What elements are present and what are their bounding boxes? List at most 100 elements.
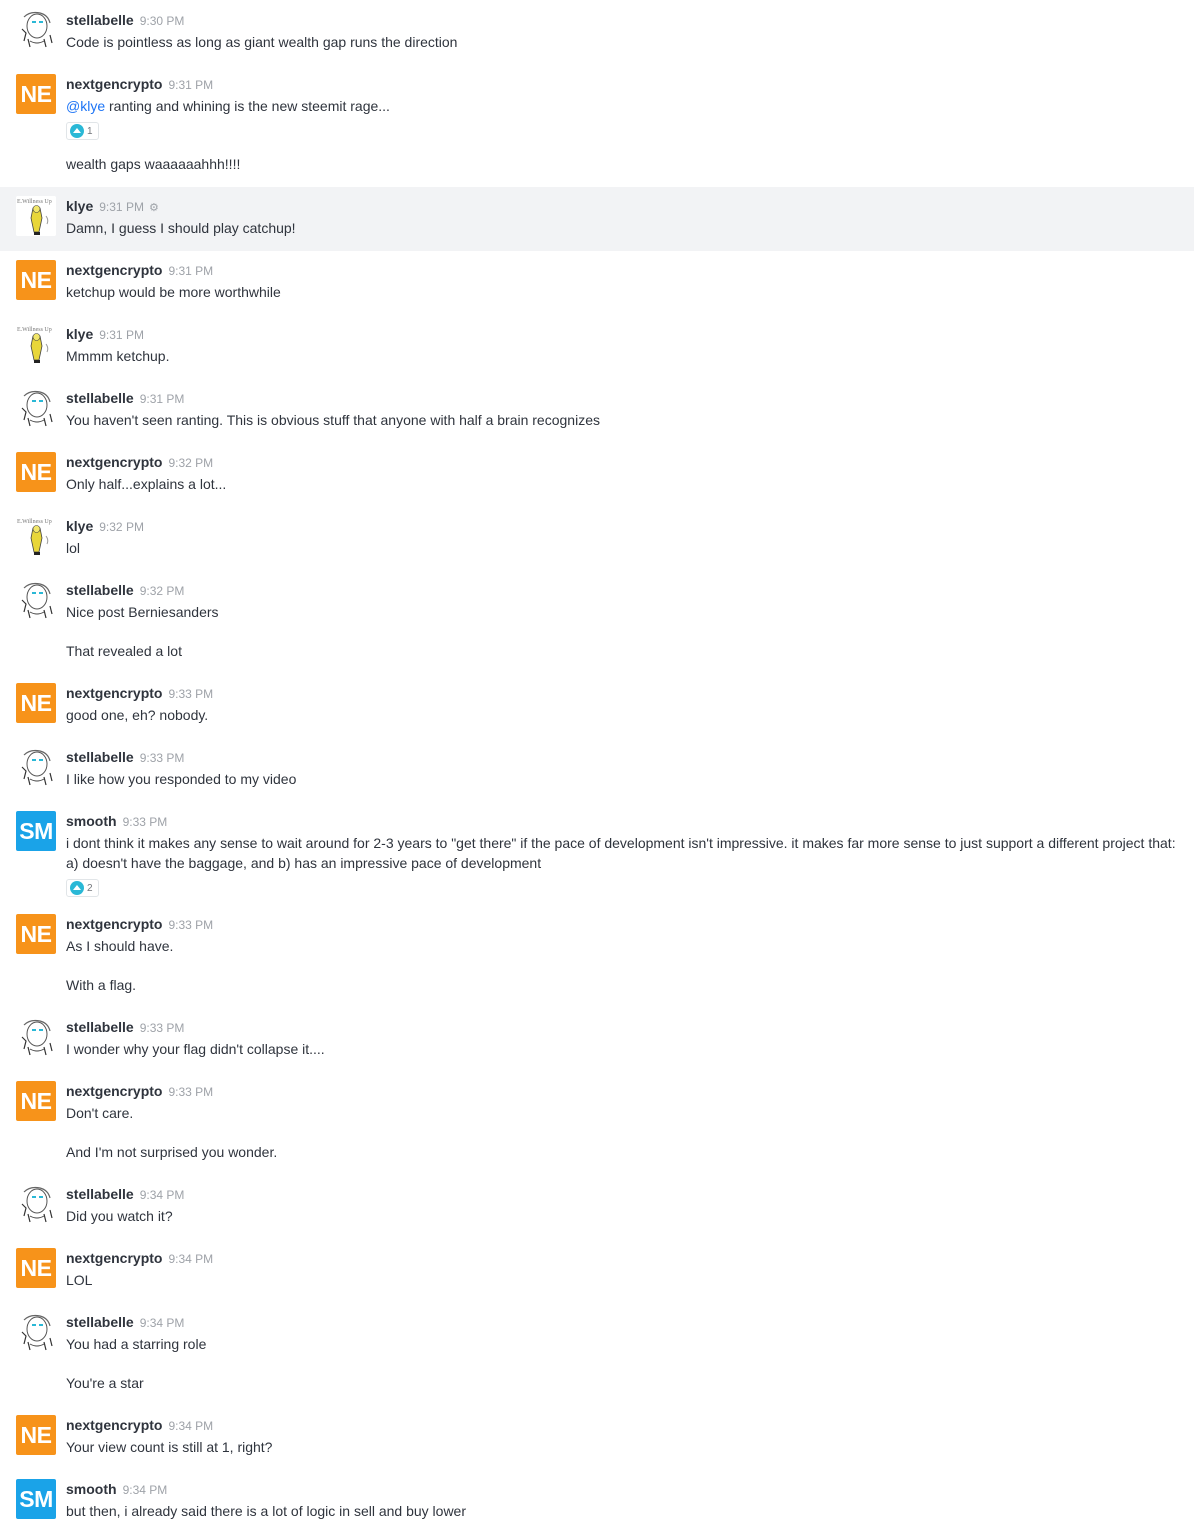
chat-message: E.Willness Up klye 9:32 PM lol bbox=[0, 507, 1194, 571]
message-header: klye 9:31 PM ⚙ bbox=[66, 196, 1182, 216]
message-header: smooth 9:34 PM bbox=[66, 1479, 1182, 1499]
svg-text:E.Willness Up: E.Willness Up bbox=[17, 519, 52, 525]
username[interactable]: stellabelle bbox=[66, 390, 134, 406]
chat-message: stellabelle 9:34 PM Did you watch it? bbox=[0, 1175, 1194, 1239]
username[interactable]: nextgencrypto bbox=[66, 1417, 162, 1433]
timestamp: 9:33 PM bbox=[168, 1085, 214, 1099]
avatar[interactable]: NE bbox=[16, 1415, 56, 1455]
stellabelle-avatar-icon[interactable] bbox=[16, 1312, 56, 1352]
avatar[interactable]: NE bbox=[16, 452, 56, 492]
message-text: lol bbox=[66, 540, 81, 556]
timestamp: 9:33 PM bbox=[168, 687, 214, 701]
username[interactable]: nextgencrypto bbox=[66, 262, 162, 278]
timestamp: 9:34 PM bbox=[139, 1188, 185, 1202]
avatar[interactable]: NE bbox=[16, 683, 56, 723]
upvote-reaction-icon bbox=[70, 124, 84, 138]
avatar[interactable]: SM bbox=[16, 811, 56, 851]
chat-message: stellabelle 9:30 PM Code is pointless as l… bbox=[0, 0, 1194, 65]
avatar[interactable]: NE bbox=[16, 1248, 56, 1288]
chat-message: NE nextgencrypto 9:33 PM Don't care. And I'm… bbox=[0, 1072, 1194, 1175]
username[interactable]: klye bbox=[66, 326, 93, 342]
avatar[interactable]: NE bbox=[16, 74, 56, 114]
message-header: nextgencrypto 9:34 PM bbox=[66, 1248, 1182, 1268]
avatar-initials: NE bbox=[20, 689, 52, 716]
reactions: 1 bbox=[66, 120, 1182, 148]
message-header: nextgencrypto 9:32 PM bbox=[66, 452, 1182, 472]
username[interactable]: klye bbox=[66, 198, 93, 214]
timestamp: 9:33 PM bbox=[139, 751, 185, 765]
klye-avatar-icon[interactable]: E.Willness Up bbox=[16, 196, 56, 236]
username[interactable]: nextgencrypto bbox=[66, 916, 162, 932]
reaction-count: 2 bbox=[87, 882, 93, 894]
message-header: nextgencrypto 9:33 PM bbox=[66, 683, 1182, 703]
message-header: smooth 9:33 PM bbox=[66, 811, 1182, 831]
message-header: klye 9:31 PM bbox=[66, 324, 1182, 344]
gear-icon[interactable]: ⚙ bbox=[149, 198, 159, 218]
avatar[interactable]: NE bbox=[16, 260, 56, 300]
stellabelle-avatar-icon[interactable] bbox=[16, 9, 56, 49]
timestamp: 9:32 PM bbox=[168, 456, 214, 470]
stellabelle-avatar-icon[interactable] bbox=[16, 1017, 56, 1057]
message-text: I wonder why your flag didn't collapse i… bbox=[66, 1041, 325, 1057]
username[interactable]: klye bbox=[66, 518, 93, 534]
klye-avatar-icon[interactable]: E.Willness Up bbox=[16, 324, 56, 364]
message-header: nextgencrypto 9:34 PM bbox=[66, 1415, 1182, 1435]
message-text: With a flag. bbox=[66, 977, 137, 993]
stellabelle-avatar-icon[interactable] bbox=[16, 388, 56, 428]
username[interactable]: stellabelle bbox=[66, 1186, 134, 1202]
message-header: stellabelle 9:32 PM bbox=[66, 580, 1182, 600]
timestamp: 9:34 PM bbox=[168, 1252, 214, 1266]
username[interactable]: stellabelle bbox=[66, 582, 134, 598]
username[interactable]: nextgencrypto bbox=[66, 76, 162, 92]
message-text: Don't care. bbox=[66, 1105, 134, 1121]
avatar-initials: NE bbox=[20, 1421, 52, 1448]
stellabelle-avatar-icon[interactable] bbox=[16, 747, 56, 787]
username[interactable]: nextgencrypto bbox=[66, 1083, 162, 1099]
username[interactable]: smooth bbox=[66, 1481, 117, 1497]
message-text: Nice post Berniesanders bbox=[66, 604, 219, 620]
username[interactable]: stellabelle bbox=[66, 1314, 134, 1330]
message-header: nextgencrypto 9:31 PM bbox=[66, 260, 1182, 280]
klye-avatar-icon[interactable]: E.Willness Up bbox=[16, 516, 56, 556]
avatar[interactable]: NE bbox=[16, 914, 56, 954]
timestamp: 9:34 PM bbox=[168, 1419, 214, 1433]
username[interactable]: nextgencrypto bbox=[66, 454, 162, 470]
avatar-initials: NE bbox=[20, 266, 52, 293]
username[interactable]: stellabelle bbox=[66, 749, 134, 765]
mention-link[interactable]: @klye bbox=[66, 98, 105, 114]
message-text: good one, eh? nobody. bbox=[66, 707, 209, 723]
timestamp: 9:31 PM bbox=[99, 328, 144, 342]
message-text: And I'm not surprised you wonder. bbox=[66, 1144, 278, 1160]
message-text: I like how you responded to my video bbox=[66, 771, 297, 787]
chat-message: stellabelle 9:33 PM I like how you respond… bbox=[0, 738, 1194, 802]
message-header: stellabelle 9:33 PM bbox=[66, 747, 1182, 767]
timestamp: 9:34 PM bbox=[122, 1483, 168, 1497]
reaction-button[interactable]: 2 bbox=[66, 879, 99, 897]
stellabelle-avatar-icon[interactable] bbox=[16, 580, 56, 620]
username[interactable]: nextgencrypto bbox=[66, 1250, 162, 1266]
chat-message: E.Willness Up klye 9:31 PM ⚙ Damn, I guess I… bbox=[0, 187, 1194, 251]
timestamp: 9:31 PM bbox=[168, 78, 214, 92]
username[interactable]: nextgencrypto bbox=[66, 685, 162, 701]
avatar-initials: SM bbox=[19, 817, 53, 844]
message-text: LOL bbox=[66, 1272, 93, 1288]
message-header: stellabelle 9:33 PM bbox=[66, 1017, 1182, 1037]
username[interactable]: smooth bbox=[66, 813, 117, 829]
chat-message: stellabelle 9:34 PM You had a starring rol… bbox=[0, 1303, 1194, 1406]
avatar-initials: NE bbox=[20, 80, 52, 107]
reaction-button[interactable]: 1 bbox=[66, 122, 99, 140]
timestamp: 9:31 PM bbox=[139, 392, 185, 406]
message-header: nextgencrypto 9:33 PM bbox=[66, 914, 1182, 934]
avatar[interactable]: NE bbox=[16, 1081, 56, 1121]
chat-message: NE nextgencrypto 9:34 PM Your view count is… bbox=[0, 1406, 1194, 1470]
username[interactable]: stellabelle bbox=[66, 1019, 134, 1035]
timestamp: 9:32 PM bbox=[99, 520, 144, 534]
message-header: nextgencrypto 9:33 PM bbox=[66, 1081, 1182, 1101]
chat-message: NE nextgencrypto 9:33 PM good one, eh? nobo… bbox=[0, 674, 1194, 738]
svg-text:E.Willness Up: E.Willness Up bbox=[17, 199, 52, 205]
stellabelle-avatar-icon[interactable] bbox=[16, 1184, 56, 1224]
avatar[interactable]: SM bbox=[16, 1479, 56, 1519]
chat-message: E.Willness Up klye 9:31 PM Mmmm ketchup. bbox=[0, 315, 1194, 379]
username[interactable]: stellabelle bbox=[66, 12, 134, 28]
message-text: Mmmm ketchup. bbox=[66, 348, 170, 364]
